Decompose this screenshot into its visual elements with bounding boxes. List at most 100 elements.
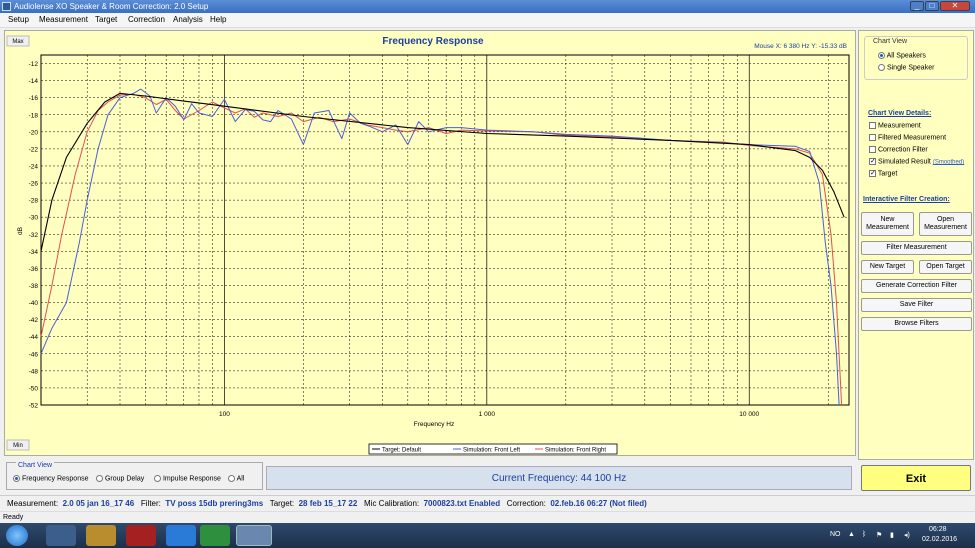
browse-filters-button[interactable]: Browse Filters <box>861 317 972 331</box>
legend-front-right: Simulation: Front Right <box>545 448 606 454</box>
radio-icon[interactable] <box>154 475 161 482</box>
y-tick-label: -44 <box>29 334 39 341</box>
menu-measurement[interactable]: Measurement <box>39 15 88 24</box>
correction-value: 02.feb.16 06:27 (Not filed) <box>550 499 647 508</box>
y-tick-label: -26 <box>29 181 39 188</box>
radio-icon[interactable] <box>13 475 20 482</box>
menu-help[interactable]: Help <box>210 15 226 24</box>
radio-single-label: Single Speaker <box>886 64 935 72</box>
generate-correction-filter-button[interactable]: Generate Correction Filter <box>861 279 972 293</box>
detail-simulated-result[interactable]: ✓ Simulated Result (Smoothed) <box>869 158 964 165</box>
new-target-button[interactable]: New Target <box>861 260 914 274</box>
radio-icon[interactable] <box>878 52 885 59</box>
mouse-readout: Mouse X: 6 380 Hz Y: -15.33 dB <box>754 43 847 50</box>
detail-filtered-measurement[interactable]: Filtered Measurement <box>869 134 946 141</box>
battery-icon[interactable]: ▮ <box>890 531 894 539</box>
file-explorer-icon[interactable] <box>86 525 116 546</box>
y-tick-label: -22 <box>29 146 39 153</box>
option-all[interactable]: All <box>228 475 244 482</box>
chart-view-title: Chart View <box>873 38 908 45</box>
x-tick-label: 100 <box>219 411 230 418</box>
y-tick-label: -30 <box>29 215 39 222</box>
min-label: Min <box>13 443 23 449</box>
detail-label: Correction Filter <box>877 146 928 154</box>
y-tick-label: -18 <box>29 112 39 119</box>
max-label: Max <box>12 39 23 45</box>
internet-explorer-icon[interactable] <box>166 525 196 546</box>
checkbox-checked-icon[interactable]: ✓ <box>869 158 876 165</box>
y-tick-label: -50 <box>29 385 39 392</box>
option-frequency-response[interactable]: Frequency Response <box>13 475 89 482</box>
legend-front-left: Simulation: Front Left <box>463 448 520 454</box>
filter-measurement-button[interactable]: Filter Measurement <box>861 241 972 255</box>
flag-icon[interactable]: ⚑ <box>876 531 882 539</box>
option-impulse-response[interactable]: Impulse Response <box>154 475 221 482</box>
clock-date[interactable]: 02.02.2016 <box>922 536 957 543</box>
chart-canvas[interactable]: -12 -14 -16 -18 -20 -22 -24 -26 -28 -30 -32 -34 -36 -… <box>5 31 857 457</box>
bottom-chart-view-group: Chart View Frequency Response Group Dela… <box>6 462 263 490</box>
option-label: Group Delay <box>104 475 145 483</box>
details-title: Chart View Details: <box>868 110 932 117</box>
y-tick-label: -52 <box>29 403 39 410</box>
bluetooth-icon[interactable]: ᛒ <box>862 531 866 538</box>
start-button-icon[interactable] <box>6 525 28 546</box>
frequency-response-chart[interactable]: -12 -14 -16 -18 -20 -22 -24 -26 -28 -30 -32 -34 -36 -… <box>4 30 856 456</box>
detail-correction-filter[interactable]: Correction Filter <box>869 146 928 153</box>
volume-icon[interactable]: ◂) <box>904 531 910 539</box>
radio-icon[interactable] <box>878 64 885 71</box>
save-filter-button[interactable]: Save Filter <box>861 298 972 312</box>
y-tick-label: -28 <box>29 198 39 205</box>
menu-bar: Setup Measurement Target Correction Anal… <box>0 13 975 28</box>
interactive-title: Interactive Filter Creation: <box>863 196 950 203</box>
close-button[interactable]: ✕ <box>940 1 970 11</box>
audiolense-taskbar-icon[interactable] <box>236 525 272 546</box>
smoothed-link[interactable]: (Smoothed) <box>933 159 964 165</box>
y-tick-label: -40 <box>29 300 39 307</box>
measurement-value: 2.0 05 jan 16_17 46 <box>62 499 135 508</box>
current-frequency-display: Current Frequency: 44 100 Hz <box>266 466 852 490</box>
chart-legend: Target: Default Simulation: Front Left S… <box>368 443 618 455</box>
target-label: Target: <box>269 499 295 508</box>
radio-icon[interactable] <box>96 475 103 482</box>
info-bar: Measurement: 2.0 05 jan 16_17 46 Filter:… <box>0 495 975 511</box>
menu-setup[interactable]: Setup <box>8 15 29 24</box>
language-indicator[interactable]: NO <box>830 531 841 538</box>
filter-label: Filter: <box>140 499 161 508</box>
detail-label: Simulated Result <box>877 158 931 166</box>
app-icon <box>2 2 11 11</box>
checkbox-icon[interactable] <box>869 134 876 141</box>
radio-single-speaker[interactable]: Single Speaker <box>878 64 934 71</box>
chrome-browser-icon[interactable] <box>200 525 230 546</box>
menu-analysis[interactable]: Analysis <box>173 15 203 24</box>
detail-measurement[interactable]: Measurement <box>869 122 921 129</box>
clock-time[interactable]: 06:28 <box>929 526 947 533</box>
y-tick-label: -24 <box>29 163 39 170</box>
option-label: Impulse Response <box>162 475 221 483</box>
radio-icon[interactable] <box>228 475 235 482</box>
detail-target[interactable]: ✓ Target <box>869 170 897 177</box>
tray-arrow-icon[interactable]: ▲ <box>848 531 855 538</box>
maximize-button[interactable]: □ <box>925 1 939 11</box>
open-measurement-button[interactable]: Open Measurement <box>919 212 972 236</box>
plot-area <box>40 54 850 406</box>
open-target-button[interactable]: Open Target <box>919 260 972 274</box>
legend-target: Target: Default <box>382 448 421 454</box>
measurement-label: Measurement: <box>7 499 59 508</box>
menu-correction[interactable]: Correction <box>128 15 165 24</box>
opera-browser-icon[interactable] <box>126 525 156 546</box>
radio-all-speakers[interactable]: All Speakers <box>878 52 926 59</box>
option-group-delay[interactable]: Group Delay <box>96 475 144 482</box>
y-tick-label: -14 <box>29 78 39 85</box>
minimize-button[interactable]: _ <box>910 1 924 11</box>
checkbox-checked-icon[interactable]: ✓ <box>869 170 876 177</box>
checkbox-icon[interactable] <box>869 146 876 153</box>
exit-button[interactable]: Exit <box>861 465 971 491</box>
media-player-icon[interactable] <box>46 525 76 546</box>
new-measurement-button[interactable]: New Measurement <box>861 212 914 236</box>
target-value: 28 feb 15_17 22 <box>298 499 358 508</box>
y-axis-label: dB <box>17 227 24 235</box>
status-bar: Ready <box>0 511 975 523</box>
checkbox-icon[interactable] <box>869 122 876 129</box>
series-front-left <box>40 88 840 406</box>
menu-target[interactable]: Target <box>95 15 117 24</box>
